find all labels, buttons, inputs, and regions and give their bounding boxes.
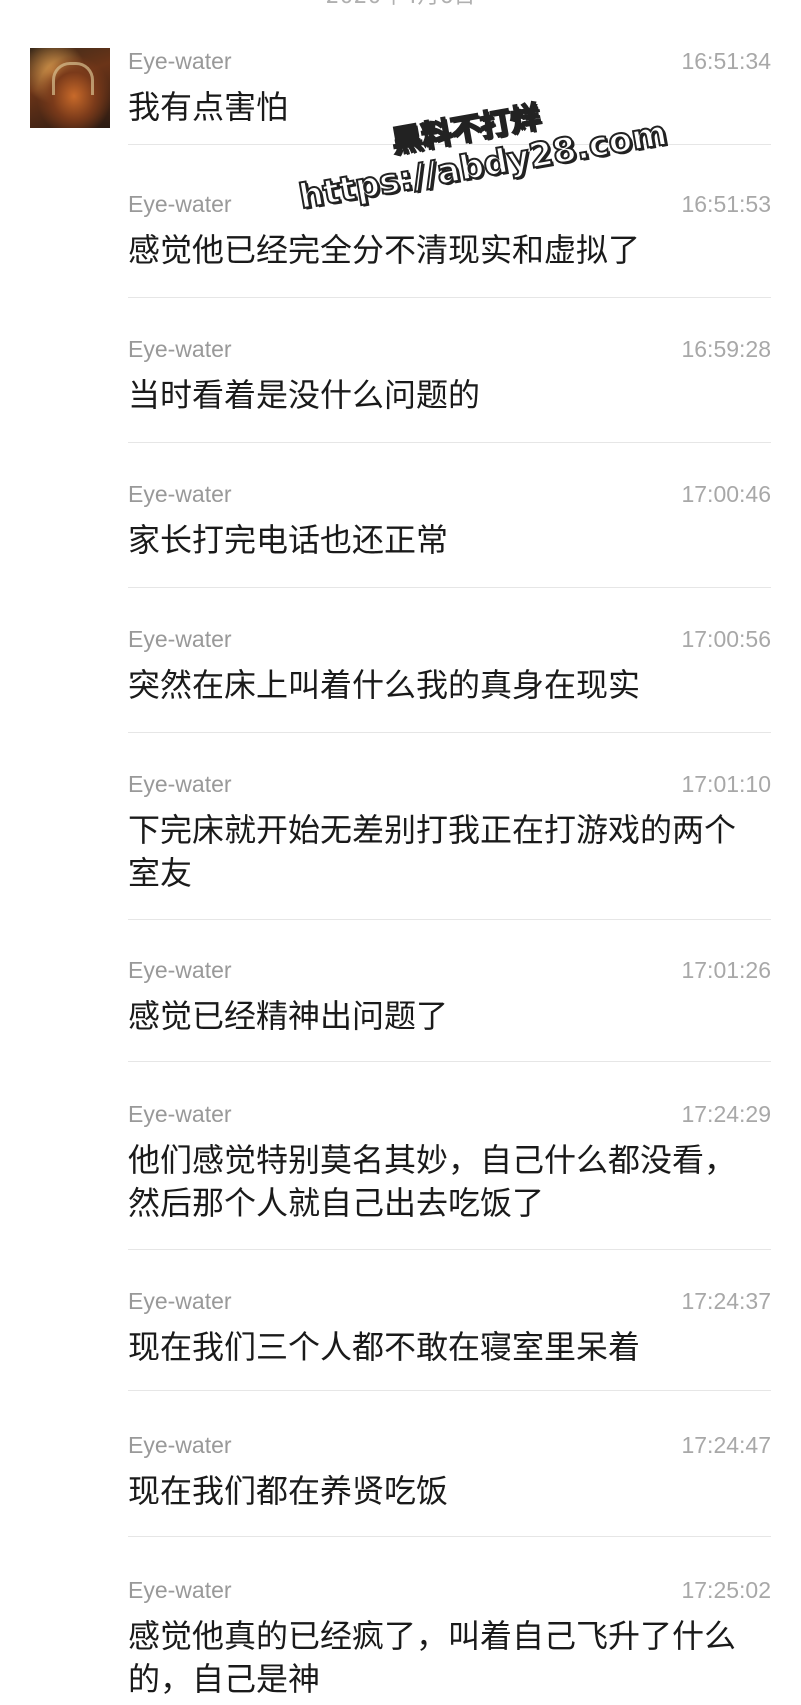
message-time: 17:25:02 bbox=[681, 1577, 771, 1603]
sender-name: Eye-water bbox=[128, 1288, 232, 1314]
date-divider: 2020年4月6日 bbox=[0, 0, 801, 10]
sender-name: Eye-water bbox=[128, 1577, 232, 1603]
message-text: 现在我们三个人都不敢在寝室里呆着 bbox=[128, 1328, 641, 1366]
message-text: 下完床就开始无差别打我正在打游戏的两个室友 bbox=[128, 811, 737, 892]
message-item[interactable]: Eye-water 16:59:28 当时看着是没什么问题的 bbox=[128, 336, 771, 443]
message-text: 感觉他已经完全分不清现实和虚拟了 bbox=[128, 231, 641, 269]
sender-name: Eye-water bbox=[128, 191, 232, 217]
sender-name: Eye-water bbox=[128, 48, 232, 74]
sender-avatar[interactable] bbox=[30, 48, 110, 128]
sender-name: Eye-water bbox=[128, 481, 232, 507]
sender-name: Eye-water bbox=[128, 1432, 232, 1458]
message-item[interactable]: Eye-water 16:51:53 感觉他已经完全分不清现实和虚拟了 bbox=[128, 191, 771, 298]
message-item[interactable]: Eye-water 17:24:47 现在我们都在养贤吃饭 bbox=[128, 1432, 771, 1537]
message-text: 突然在床上叫着什么我的真身在现实 bbox=[128, 666, 641, 704]
message-text: 我有点害怕 bbox=[128, 88, 289, 126]
message-time: 17:24:29 bbox=[681, 1101, 771, 1127]
sender-name: Eye-water bbox=[128, 336, 232, 362]
deer-antler-image bbox=[52, 62, 94, 95]
message-item[interactable]: Eye-water 17:25:02 感觉他真的已经疯了，叫着自己飞升了什么的，… bbox=[128, 1577, 771, 1705]
message-text: 他们感觉特别莫名其妙，自己什么都没看，然后那个人就自己出去吃饭了 bbox=[128, 1141, 737, 1222]
message-item[interactable]: Eye-water 17:01:26 感觉已经精神出问题了 bbox=[128, 957, 771, 1062]
message-item[interactable]: Eye-water 17:00:56 突然在床上叫着什么我的真身在现实 bbox=[128, 626, 771, 733]
message-time: 17:01:26 bbox=[681, 957, 771, 983]
message-time: 17:24:37 bbox=[681, 1288, 771, 1314]
message-item[interactable]: Eye-water 16:51:34 我有点害怕 bbox=[128, 48, 771, 145]
message-time: 16:59:28 bbox=[681, 336, 771, 362]
message-time: 17:00:56 bbox=[681, 626, 771, 652]
sender-name: Eye-water bbox=[128, 1101, 232, 1127]
message-text: 现在我们都在养贤吃饭 bbox=[128, 1472, 449, 1510]
message-time: 16:51:53 bbox=[681, 191, 771, 217]
message-time: 17:24:47 bbox=[681, 1432, 771, 1458]
message-text: 当时看着是没什么问题的 bbox=[128, 376, 481, 414]
message-text: 感觉他真的已经疯了，叫着自己飞升了什么的，自己是神 bbox=[128, 1617, 737, 1698]
message-time: 17:01:10 bbox=[681, 771, 771, 797]
message-text: 感觉已经精神出问题了 bbox=[128, 997, 449, 1035]
message-item[interactable]: Eye-water 17:00:46 家长打完电话也还正常 bbox=[128, 481, 771, 588]
sender-name: Eye-water bbox=[128, 626, 232, 652]
sender-name: Eye-water bbox=[128, 771, 232, 797]
message-time: 16:51:34 bbox=[681, 48, 771, 74]
message-item[interactable]: Eye-water 17:24:37 现在我们三个人都不敢在寝室里呆着 bbox=[128, 1288, 771, 1391]
message-time: 17:00:46 bbox=[681, 481, 771, 507]
message-item[interactable]: Eye-water 17:01:10 下完床就开始无差别打我正在打游戏的两个室友 bbox=[128, 771, 771, 920]
message-text: 家长打完电话也还正常 bbox=[128, 521, 449, 559]
message-item[interactable]: Eye-water 17:24:29 他们感觉特别莫名其妙，自己什么都没看，然后… bbox=[128, 1101, 771, 1250]
sender-name: Eye-water bbox=[128, 957, 232, 983]
